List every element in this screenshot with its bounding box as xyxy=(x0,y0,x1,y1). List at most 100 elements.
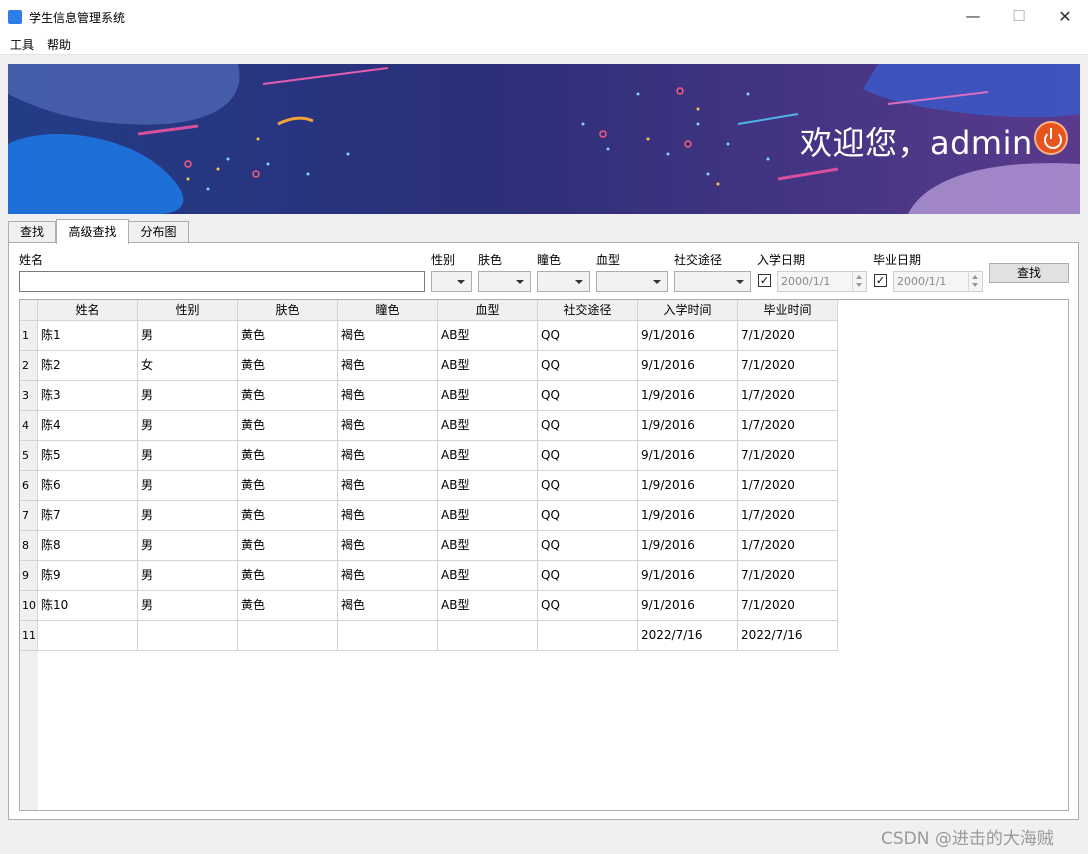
menu-tools[interactable]: 工具 xyxy=(10,36,34,53)
column-header[interactable]: 入学时间 xyxy=(638,300,738,321)
spin-buttons[interactable] xyxy=(968,272,982,291)
table-cell[interactable] xyxy=(338,621,438,651)
minimize-button[interactable]: — xyxy=(950,0,996,33)
table-cell[interactable]: 褐色 xyxy=(338,351,438,381)
table-cell[interactable]: 黄色 xyxy=(238,441,338,471)
row-header[interactable]: 4 xyxy=(20,411,38,441)
table-cell[interactable]: 2022/7/16 xyxy=(738,621,838,651)
table-cell[interactable]: 男 xyxy=(138,531,238,561)
row-header[interactable]: 11 xyxy=(20,621,38,651)
table-cell[interactable]: 2022/7/16 xyxy=(638,621,738,651)
table-cell[interactable]: QQ xyxy=(538,531,638,561)
table-cell[interactable]: 陈9 xyxy=(38,561,138,591)
table-cell[interactable]: 男 xyxy=(138,441,238,471)
table-cell[interactable]: 7/1/2020 xyxy=(738,591,838,621)
table-cell[interactable]: QQ xyxy=(538,471,638,501)
table-cell[interactable]: QQ xyxy=(538,501,638,531)
column-header[interactable]: 社交途径 xyxy=(538,300,638,321)
table-cell[interactable]: 褐色 xyxy=(338,381,438,411)
table-cell[interactable] xyxy=(238,621,338,651)
table-cell[interactable]: 男 xyxy=(138,471,238,501)
column-header[interactable]: 血型 xyxy=(438,300,538,321)
table-cell[interactable]: AB型 xyxy=(438,591,538,621)
enroll-date-picker[interactable]: 2000/1/1 xyxy=(777,271,867,292)
column-header[interactable]: 瞳色 xyxy=(338,300,438,321)
table-cell[interactable]: 黄色 xyxy=(238,321,338,351)
table-cell[interactable]: 9/1/2016 xyxy=(638,441,738,471)
table-cell[interactable]: 1/9/2016 xyxy=(638,531,738,561)
table-cell[interactable]: 褐色 xyxy=(338,591,438,621)
table-cell[interactable]: AB型 xyxy=(438,501,538,531)
table-cell[interactable]: 褐色 xyxy=(338,531,438,561)
table-cell[interactable]: QQ xyxy=(538,561,638,591)
skin-select[interactable] xyxy=(478,271,531,292)
power-icon[interactable] xyxy=(1034,121,1068,155)
table-cell[interactable]: AB型 xyxy=(438,321,538,351)
table-cell[interactable]: 黄色 xyxy=(238,381,338,411)
table-cell[interactable]: 黄色 xyxy=(238,501,338,531)
student-table[interactable]: 姓名 性别 肤色 瞳色 血型 社交途径 入学时间 毕业时间 1 陈1 男黄色 褐色 AB型 QQ 9/1/2… xyxy=(19,299,1069,811)
table-cell[interactable] xyxy=(438,621,538,651)
table-cell[interactable] xyxy=(138,621,238,651)
table-cell[interactable]: 陈5 xyxy=(38,441,138,471)
table-cell[interactable]: 1/9/2016 xyxy=(638,381,738,411)
table-cell[interactable]: 男 xyxy=(138,501,238,531)
table-cell[interactable]: 陈8 xyxy=(38,531,138,561)
table-cell[interactable]: QQ xyxy=(538,591,638,621)
row-header[interactable]: 6 xyxy=(20,471,38,501)
table-cell[interactable]: AB型 xyxy=(438,381,538,411)
table-cell[interactable]: QQ xyxy=(538,321,638,351)
table-cell[interactable]: 1/9/2016 xyxy=(638,471,738,501)
table-cell[interactable]: 陈6 xyxy=(38,471,138,501)
row-header[interactable]: 2 xyxy=(20,351,38,381)
table-cell[interactable]: 陈3 xyxy=(38,381,138,411)
column-header[interactable]: 毕业时间 xyxy=(738,300,838,321)
table-cell[interactable]: 陈10 xyxy=(38,591,138,621)
table-cell[interactable]: AB型 xyxy=(438,471,538,501)
table-cell[interactable]: AB型 xyxy=(438,561,538,591)
table-cell[interactable]: AB型 xyxy=(438,351,538,381)
enroll-date-checkbox[interactable]: ✓ xyxy=(758,274,771,287)
table-cell[interactable]: AB型 xyxy=(438,531,538,561)
table-corner[interactable] xyxy=(20,300,38,321)
table-cell[interactable]: QQ xyxy=(538,351,638,381)
table-cell[interactable]: 7/1/2020 xyxy=(738,351,838,381)
menu-help[interactable]: 帮助 xyxy=(47,36,71,53)
table-cell[interactable]: 女 xyxy=(138,351,238,381)
row-header[interactable]: 1 xyxy=(20,321,38,351)
table-cell[interactable]: 陈7 xyxy=(38,501,138,531)
table-cell[interactable]: 褐色 xyxy=(338,321,438,351)
search-button[interactable]: 查找 xyxy=(989,263,1069,283)
row-header[interactable]: 7 xyxy=(20,501,38,531)
row-header[interactable]: 3 xyxy=(20,381,38,411)
table-cell[interactable]: 黄色 xyxy=(238,411,338,441)
table-cell[interactable]: 1/9/2016 xyxy=(638,411,738,441)
tab-search[interactable]: 查找 xyxy=(8,221,56,243)
table-cell[interactable]: 褐色 xyxy=(338,441,438,471)
row-header[interactable]: 9 xyxy=(20,561,38,591)
row-header[interactable]: 8 xyxy=(20,531,38,561)
table-cell[interactable]: 7/1/2020 xyxy=(738,321,838,351)
table-cell[interactable]: 黄色 xyxy=(238,561,338,591)
pupil-select[interactable] xyxy=(537,271,590,292)
table-cell[interactable]: 1/7/2020 xyxy=(738,501,838,531)
grad-date-picker[interactable]: 2000/1/1 xyxy=(893,271,983,292)
table-cell[interactable]: 7/1/2020 xyxy=(738,441,838,471)
grad-date-checkbox[interactable]: ✓ xyxy=(874,274,887,287)
table-cell[interactable]: 男 xyxy=(138,321,238,351)
table-cell[interactable]: 1/9/2016 xyxy=(638,501,738,531)
column-header[interactable]: 性别 xyxy=(138,300,238,321)
table-cell[interactable]: QQ xyxy=(538,381,638,411)
gender-select[interactable] xyxy=(431,271,472,292)
table-cell[interactable] xyxy=(538,621,638,651)
table-cell[interactable]: 黄色 xyxy=(238,471,338,501)
table-cell[interactable]: AB型 xyxy=(438,411,538,441)
social-select[interactable] xyxy=(674,271,751,292)
column-header[interactable]: 肤色 xyxy=(238,300,338,321)
column-header[interactable]: 姓名 xyxy=(38,300,138,321)
table-cell[interactable]: 褐色 xyxy=(338,561,438,591)
spin-buttons[interactable] xyxy=(852,272,866,291)
table-cell[interactable]: 褐色 xyxy=(338,471,438,501)
table-cell[interactable]: 7/1/2020 xyxy=(738,561,838,591)
blood-select[interactable] xyxy=(596,271,668,292)
